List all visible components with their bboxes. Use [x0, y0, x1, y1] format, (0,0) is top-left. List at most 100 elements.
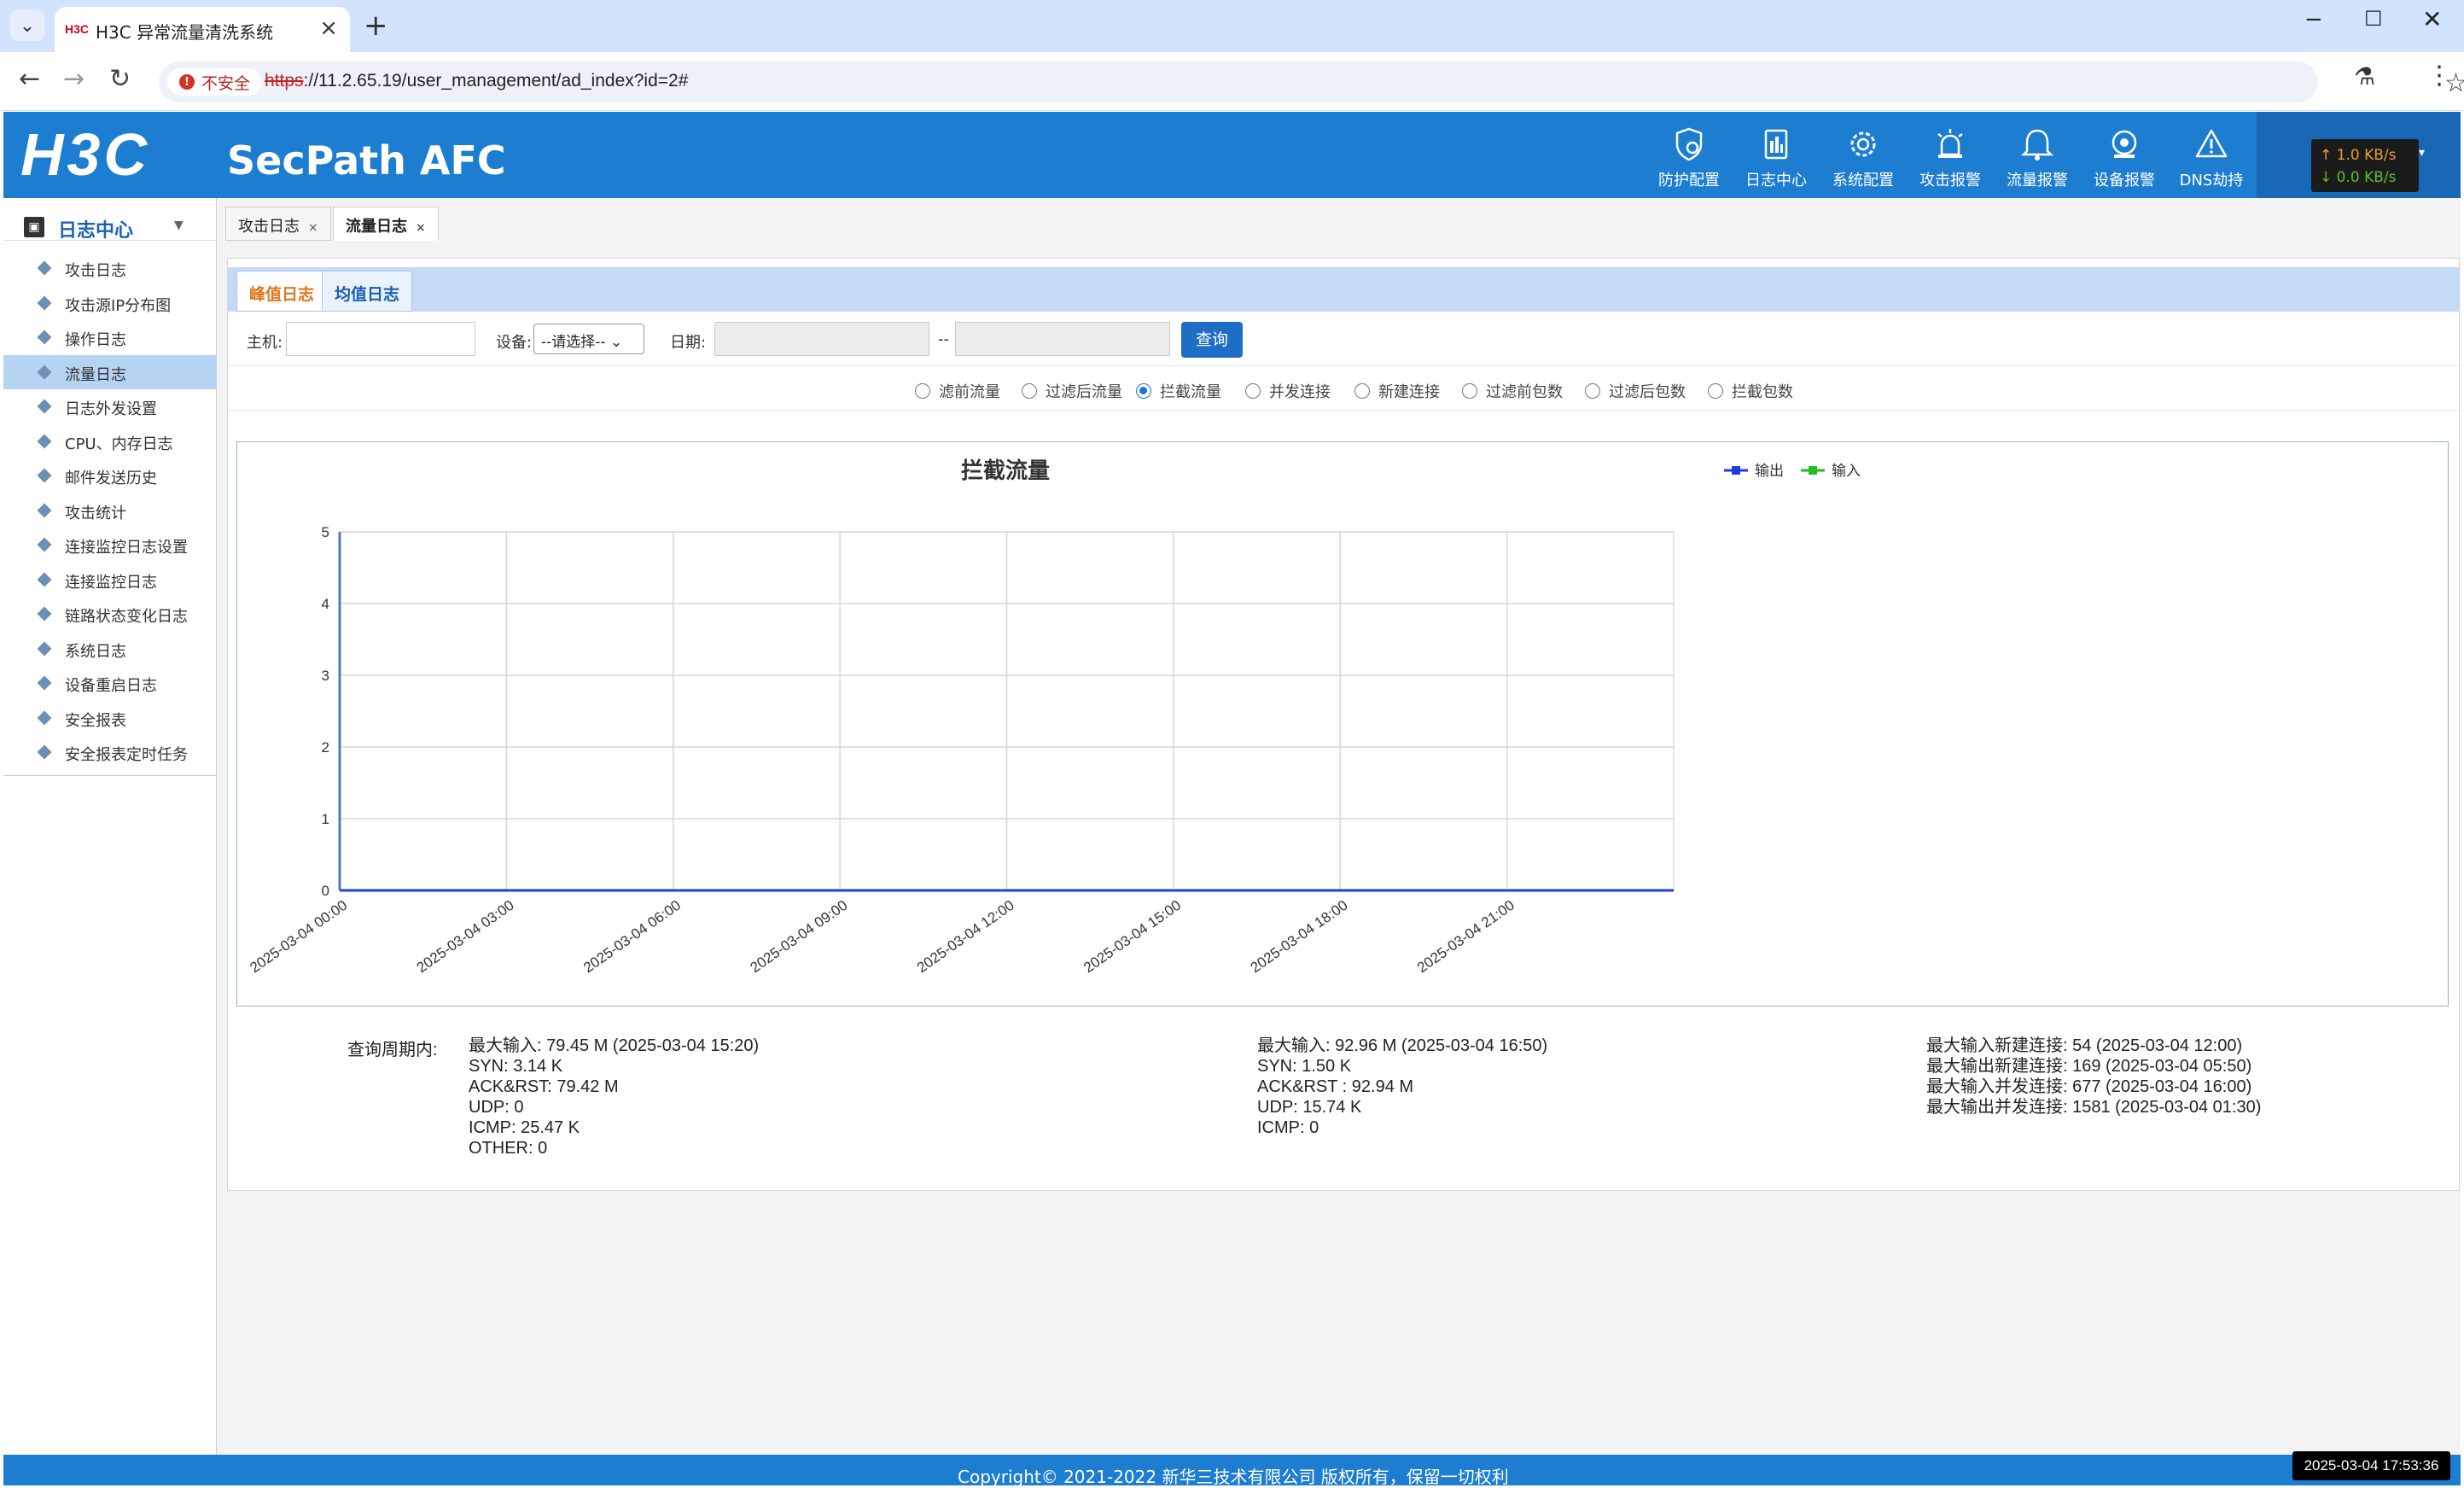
nav-label: 流量报警	[2007, 172, 2068, 190]
stat-line: OTHER: 0	[469, 1139, 548, 1158]
sidebar-item[interactable]: 攻击统计	[3, 493, 217, 528]
url-text[interactable]: https://11.2.65.19/user_management/ad_in…	[265, 71, 688, 91]
sidebar-item[interactable]: 链路状态变化日志	[3, 597, 217, 632]
traffic-upload: ↑ 1.0 KB/s	[2320, 147, 2397, 164]
tab-peak-log[interactable]: 峰值日志	[236, 271, 328, 312]
back-arrow-icon[interactable]: ←	[19, 64, 40, 94]
x-tick-label: 2025-03-04 21:00	[1414, 897, 1517, 977]
x-tick-label: 2025-03-04 03:00	[414, 897, 517, 977]
radio-label: 过滤前包数	[1486, 383, 1563, 401]
nav-log-center[interactable]: 日志中心	[1733, 125, 1819, 190]
sidebar-item[interactable]: 连接监控日志	[3, 563, 217, 598]
labs-flask-icon[interactable]: ⚗	[2354, 62, 2375, 90]
radio-circle-icon[interactable]	[1245, 383, 1261, 399]
nav-protection-config[interactable]: 防护配置	[1646, 125, 1732, 190]
metric-radio[interactable]: 拦截流量	[1136, 380, 1221, 402]
radio-label: 拦截流量	[1160, 383, 1221, 401]
sidebar-item[interactable]: 攻击日志	[3, 251, 217, 286]
traffic-caret-icon[interactable]: ▾	[2419, 146, 2425, 160]
stats-column-3: 最大输入新建连接: 54 (2025-03-04 12:00) 最大输出新建连接:…	[1926, 1036, 2261, 1117]
h3c-logo: H3C	[20, 121, 151, 188]
more-menu-icon[interactable]: ⋮	[2426, 61, 2452, 90]
date-start-input[interactable]	[714, 322, 929, 356]
sidebar-item[interactable]: 操作日志	[3, 320, 217, 355]
window-minimize-icon[interactable]: −	[2304, 7, 2323, 32]
metric-radio[interactable]: 拦截包数	[1708, 380, 1793, 402]
nav-label: 设备报警	[2094, 172, 2155, 190]
device-select[interactable]: --请选择-- ⌄	[533, 324, 644, 354]
sidebar-item-label: 邮件发送历史	[65, 470, 157, 487]
reload-icon[interactable]: ↻	[109, 64, 131, 94]
nav-system-config[interactable]: 系统配置	[1820, 125, 1906, 190]
radio-circle-icon[interactable]	[1022, 383, 1037, 399]
window-close-icon[interactable]: ✕	[2422, 5, 2442, 33]
browser-tab-active[interactable]: H3C H3C 异常流量清洗系统 ×	[55, 7, 350, 52]
subtab-bar: 峰值日志 均值日志	[228, 267, 2459, 312]
stat-line: SYN: 3.14 K	[469, 1057, 563, 1076]
stat-line: 最大输入: 92.96 M (2025-03-04 16:50)	[1257, 1036, 1548, 1055]
sidebar-item[interactable]: 日志外发设置	[3, 389, 217, 424]
device-label: 设备:	[496, 334, 533, 352]
chart-container: 0 1 2 3 4 5 2025-03-04 00:00 2025-03-04 03:00 20…	[236, 441, 2449, 1007]
nav-flow-alarm[interactable]: 流量报警	[1995, 125, 2080, 190]
date-end-input[interactable]	[955, 322, 1170, 356]
radio-circle-icon[interactable]	[1354, 383, 1370, 399]
nav-dns-hijack[interactable]: DNS劫持	[2169, 125, 2254, 190]
metric-radio[interactable]: 过滤前包数	[1462, 380, 1563, 402]
metric-radio[interactable]: 滤前流量	[915, 380, 1000, 402]
x-tick-label: 2025-03-04 00:00	[247, 897, 350, 977]
tab-search-chevron-icon[interactable]: ⌄	[10, 10, 44, 41]
new-tab-plus-icon[interactable]: +	[364, 9, 388, 43]
chevron-down-icon: ⌄	[609, 334, 623, 351]
radio-circle-icon[interactable]	[1462, 383, 1477, 399]
sidebar-divider	[3, 775, 217, 776]
sidebar-item-label: 设备重启日志	[65, 677, 157, 695]
legend-marker	[1732, 466, 1740, 475]
stat-line: UDP: 15.74 K	[1257, 1098, 1362, 1117]
forward-arrow-icon[interactable]: →	[63, 64, 84, 94]
sidebar-item[interactable]: 设备重启日志	[3, 666, 217, 701]
metric-radio[interactable]: 过滤后流量	[1022, 380, 1122, 402]
radio-label: 过滤后包数	[1609, 383, 1686, 401]
tab-close-icon[interactable]: ×	[308, 221, 318, 235]
metric-radio[interactable]: 并发连接	[1245, 380, 1331, 402]
sidebar-item[interactable]: 系统日志	[3, 632, 217, 667]
window-maximize-icon[interactable]: ☐	[2364, 7, 2383, 31]
sidebar-item[interactable]: 流量日志	[3, 354, 217, 389]
x-tick-label: 2025-03-04 18:00	[1248, 897, 1351, 977]
sidebar-item[interactable]: CPU、内存日志	[3, 424, 217, 459]
tab-flow-log[interactable]: 流量日志 ×	[333, 207, 439, 241]
metric-radio[interactable]: 过滤后包数	[1585, 380, 1686, 402]
radio-circle-icon[interactable]	[1708, 383, 1723, 399]
sidebar-item-label: 链路状态变化日志	[65, 608, 188, 626]
tab-close-icon[interactable]: ×	[416, 221, 426, 235]
menu-bullet-icon	[37, 606, 52, 621]
sidebar-item[interactable]: 安全报表定时任务	[3, 735, 217, 770]
nav-device-alarm[interactable]: 设备报警	[2082, 125, 2167, 190]
user-book-icon: ▣	[24, 217, 44, 237]
sidebar-item[interactable]: 连接监控日志设置	[3, 528, 217, 563]
stat-line: ACK&RST: 79.42 M	[469, 1077, 619, 1096]
collapse-caret-icon[interactable]: ▼	[174, 219, 183, 232]
sidebar-section-header[interactable]: ▣ 日志中心 ▼	[3, 210, 217, 242]
tab-average-log[interactable]: 均值日志	[322, 271, 413, 312]
query-button[interactable]: 查询	[1181, 322, 1243, 358]
address-bar[interactable]: ! 不安全 https://11.2.65.19/user_management…	[159, 61, 2464, 102]
menu-bullet-icon	[37, 434, 52, 448]
tab-close-icon[interactable]: ×	[319, 15, 338, 41]
nav-attack-alarm[interactable]: 攻击报警	[1908, 125, 1993, 190]
x-tick-label: 2025-03-04 12:00	[914, 897, 1017, 977]
sidebar-item[interactable]: 攻击源IP分布图	[3, 286, 217, 321]
radio-circle-icon[interactable]	[1585, 383, 1600, 399]
shield-gear-icon	[1675, 127, 1703, 161]
metric-radio[interactable]: 新建连接	[1354, 380, 1440, 402]
stat-line: 最大输出新建连接: 169 (2025-03-04 05:50)	[1926, 1057, 2252, 1076]
sidebar-item[interactable]: 安全报表	[3, 701, 217, 736]
site-security-chip[interactable]: ! 不安全	[167, 68, 263, 96]
radio-circle-icon[interactable]	[1136, 383, 1151, 399]
tab-attack-log[interactable]: 攻击日志 ×	[225, 207, 331, 241]
host-input[interactable]	[286, 322, 475, 356]
log-book-icon	[1764, 129, 1788, 160]
radio-circle-icon[interactable]	[915, 383, 930, 399]
sidebar-item[interactable]: 邮件发送历史	[3, 458, 217, 493]
